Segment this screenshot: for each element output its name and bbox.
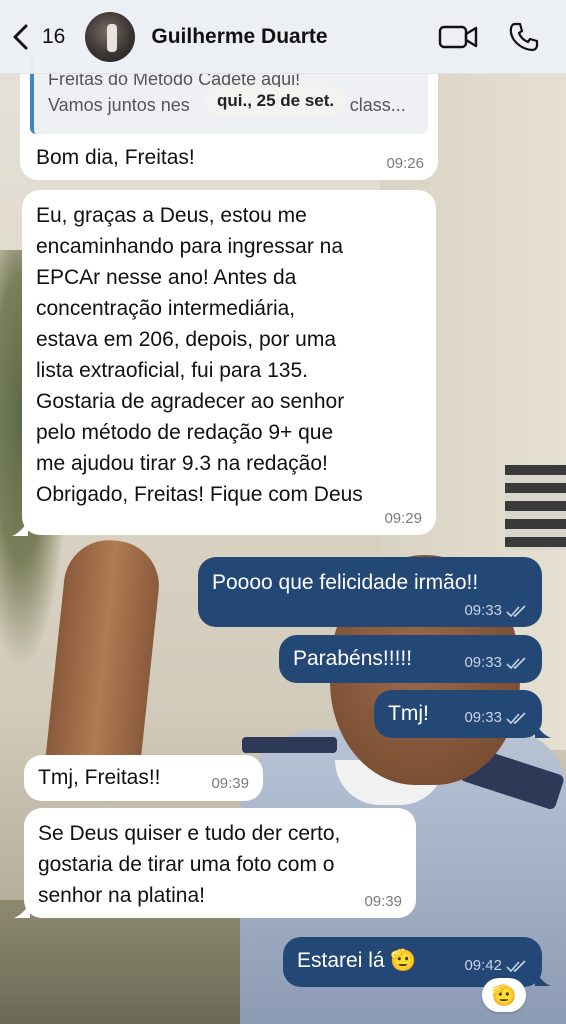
chat-header: 16 Guilherme Duarte [0,0,566,74]
message-bubble-outgoing[interactable]: Poooo que felicidade irmão!! 09:33 [198,557,542,627]
message-line: me ajudou tirar 9.3 na redação! [36,452,328,475]
video-call-icon[interactable] [438,23,478,51]
message-line: Se Deus quiser e tudo der certo, [38,822,341,845]
message-text: Estarei lá [297,949,385,972]
reaction-emoji: 🫡 [491,984,517,1007]
message-bubble-incoming[interactable]: Eu, graças a Deus, estou me encaminhando… [22,190,436,535]
quoted-message-bubble[interactable]: Freitas do Método Cadete aqui! Vamos jun… [20,58,438,180]
message-line: estava em 206, depois, por uma [36,328,337,351]
message-time-group: 09:33 [464,603,528,619]
bubble-tail-icon [12,520,28,536]
phone-call-icon[interactable] [508,21,540,53]
back-button[interactable]: 16 [10,17,65,57]
message-text: Poooo que felicidade irmão!! [212,571,479,594]
message-time: 09:29 [384,510,422,527]
message-reaction[interactable]: 🫡 [482,978,526,1012]
message-time: 09:33 [464,654,502,671]
message-time: 09:39 [364,893,402,910]
message-time-group: 09:33 [464,710,528,726]
bubble-tail-icon [535,970,551,986]
message-time: 09:33 [464,709,502,726]
message-line: lista extraoficial, fui para 135. [36,359,308,382]
back-chevron-icon [13,24,28,49]
message-line: Obrigado, Freitas! Fique com Deus [36,483,363,506]
message-text: Bom dia, Freitas! [36,146,195,169]
message-bubble-outgoing[interactable]: Parabéns!!!!! 09:33 [279,635,542,683]
bubble-tail-icon [535,722,551,738]
message-bubble-incoming[interactable]: Se Deus quiser e tudo der certo, gostari… [24,808,416,918]
message-line: pelo método de redação 9+ que [36,421,334,444]
saluting-face-emoji: 🫡 [390,949,417,972]
message-time: 09:39 [211,775,249,792]
message-time: 09:33 [464,602,502,619]
date-separator: qui., 25 de set. [205,87,347,115]
message-line: encaminhando para ingressar na [36,235,344,258]
message-bubble-outgoing[interactable]: Tmj! 09:33 [374,690,542,738]
message-line: Gostaria de agradecer ao senhor [36,390,345,413]
message-bubble-incoming[interactable]: Tmj, Freitas!! 09:39 [24,755,263,801]
message-time-group: 09:33 [464,655,528,671]
message-line: gostaria de tirar uma foto com o [38,853,335,876]
unread-count: 16 [42,24,66,48]
message-time: 09:42 [464,957,502,974]
bubble-tail-icon [14,902,30,918]
message-time: 09:26 [386,155,424,172]
message-line: EPCAr nesse ano! Antes da [36,266,297,289]
message-line: Eu, graças a Deus, estou me [36,204,307,227]
message-line: senhor na platina! [38,884,205,907]
message-time-group: 09:42 [464,958,528,974]
message-line: concentração intermediária, [36,297,296,320]
double-check-icon [506,657,526,670]
header-actions [438,21,566,53]
contact-name[interactable]: Guilherme Duarte [151,25,327,49]
double-check-icon [506,712,526,725]
double-check-icon [506,960,526,973]
double-check-icon [506,605,526,618]
avatar[interactable] [85,11,136,62]
